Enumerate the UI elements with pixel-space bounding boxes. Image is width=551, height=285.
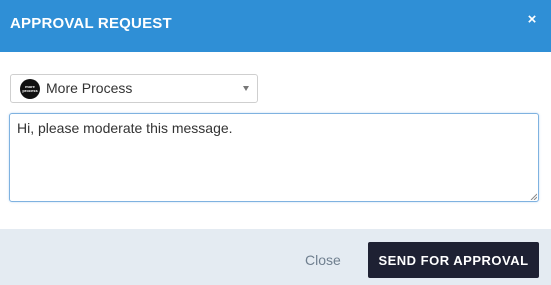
close-icon[interactable]: × <box>525 12 539 27</box>
dialog-header: APPROVAL REQUEST × <box>0 0 551 52</box>
process-logo-icon: more process <box>20 79 40 99</box>
resize-grip-icon[interactable] <box>530 193 537 200</box>
chevron-down-icon <box>243 86 249 91</box>
send-for-approval-button[interactable]: SEND FOR APPROVAL <box>368 242 539 278</box>
process-select-value: More Process <box>46 80 133 96</box>
dialog-title: APPROVAL REQUEST <box>10 15 172 32</box>
message-textarea[interactable] <box>9 113 539 202</box>
logo-text-line2: process <box>22 88 38 93</box>
process-select[interactable]: more process More Process <box>10 74 258 103</box>
close-button[interactable]: Close <box>305 252 341 268</box>
approval-request-dialog: APPROVAL REQUEST × more process More Pro… <box>0 0 551 285</box>
